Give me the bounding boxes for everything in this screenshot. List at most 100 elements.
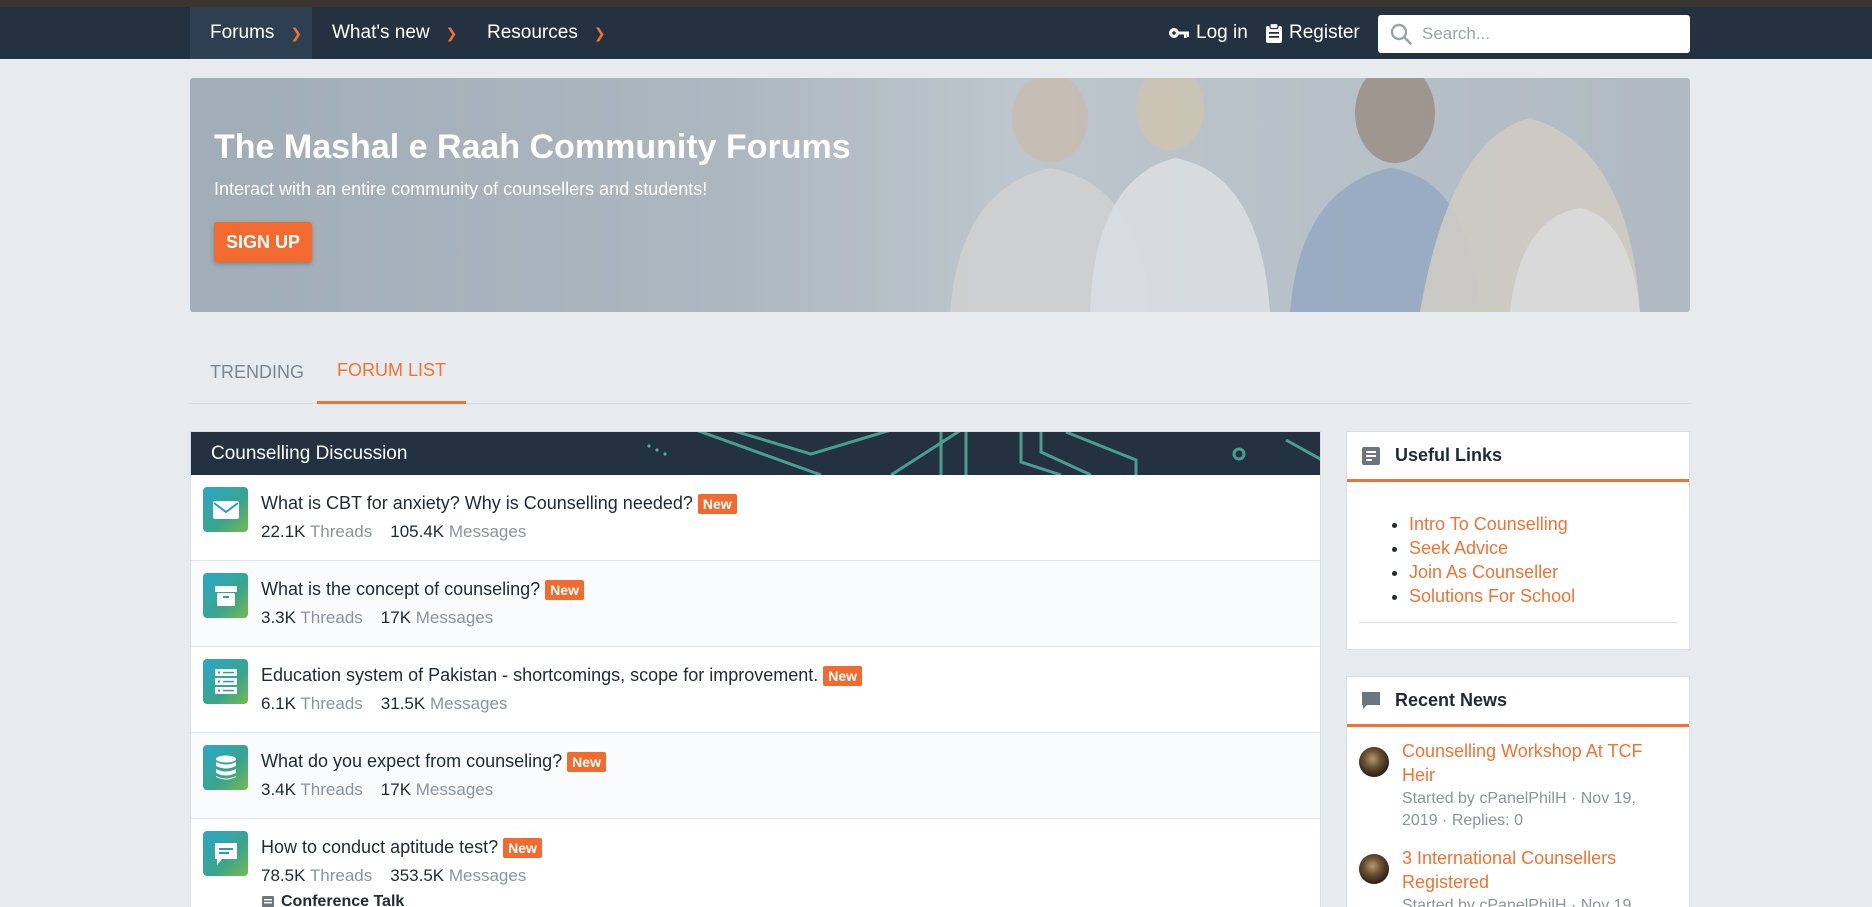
news-item: Counselling Workshop At TCF Heir Started… (1347, 739, 1689, 832)
news-title-link[interactable]: Counselling Workshop At TCF Heir (1402, 739, 1675, 787)
useful-links-title: Useful Links (1395, 445, 1503, 465)
messages-label: Messages (429, 694, 508, 713)
document-list-icon (1362, 446, 1380, 465)
login-link[interactable]: Log in (1168, 7, 1248, 59)
search-box[interactable] (1378, 15, 1690, 53)
recent-news-header: Recent News (1347, 677, 1689, 727)
avatar[interactable] (1359, 747, 1389, 777)
messages-count: 17K (380, 608, 412, 627)
threads-count: 3.3K (261, 608, 296, 627)
threads-label: Threads (300, 608, 363, 627)
hero-banner: The Mashal e Raah Community Forums Inter… (190, 78, 1690, 312)
threads-label: Threads (300, 780, 363, 799)
comment-icon (1362, 691, 1380, 709)
nav-whats-new[interactable]: What's new ❯ (332, 7, 457, 59)
forum-node[interactable]: What do you expect from counseling? New … (191, 733, 1320, 819)
new-badge: New (545, 579, 584, 600)
forum-category-block: Counselling Discussion What is CBT for a… (190, 431, 1321, 907)
chevron-down-icon[interactable]: ❯ (594, 25, 606, 42)
threads-count: 22.1K (261, 522, 306, 541)
threads-label: Threads (309, 866, 373, 885)
useful-links-header: Useful Links (1347, 432, 1689, 482)
database-icon (203, 745, 248, 790)
node-title[interactable]: What is CBT for anxiety? Why is Counsell… (261, 493, 737, 514)
archive-icon (203, 573, 248, 618)
useful-links-list: Intro To Counselling Seek Advice Join As… (1347, 482, 1689, 622)
search-input[interactable] (1422, 24, 1672, 44)
useful-link[interactable]: Solutions For School (1409, 584, 1677, 608)
messages-count: 31.5K (380, 694, 426, 713)
top-strip (0, 0, 1872, 7)
messages-label: Messages (415, 780, 494, 799)
messages-label: Messages (448, 522, 527, 541)
forum-node[interactable]: What is the concept of counseling? New 3… (191, 561, 1320, 647)
node-stats: 22.1K Threads 105.4K Messages (261, 522, 526, 542)
news-item: 3 International Counsellers Registered S… (1347, 846, 1689, 907)
threads-label: Threads (300, 694, 363, 713)
clipboard-icon (1266, 23, 1282, 43)
threads-count: 78.5K (261, 866, 306, 885)
nav-whats-new-label: What's new (332, 22, 430, 43)
banner-title: The Mashal e Raah Community Forums (214, 128, 851, 166)
new-badge: New (503, 837, 542, 858)
nav-resources[interactable]: Resources ❯ (487, 7, 606, 59)
sign-up-button[interactable]: SIGN UP (214, 222, 312, 262)
node-title-text[interactable]: Education system of Pakistan - shortcomi… (261, 665, 818, 686)
news-meta: Started by cPanelPhilH · Nov 19 (1402, 897, 1632, 907)
node-title[interactable]: Education system of Pakistan - shortcomi… (261, 665, 863, 686)
messages-count: 17K (380, 780, 412, 799)
threads-label: Threads (309, 522, 373, 541)
nav-forums-label: Forums (210, 22, 275, 43)
threads-count: 6.1K (261, 694, 296, 713)
sub-forum-link[interactable]: Conference Talk (261, 893, 404, 907)
nav-resources-label: Resources (487, 22, 578, 43)
news-meta: Started by cPanelPhilH · Nov 19, 2019 · … (1402, 790, 1636, 829)
forum-node[interactable]: How to conduct aptitude test? New 78.5K … (191, 819, 1320, 907)
messages-count: 105.4K (390, 522, 445, 541)
node-title-text[interactable]: How to conduct aptitude test? (261, 837, 498, 858)
useful-link[interactable]: Seek Advice (1409, 536, 1677, 560)
sub-forum-label[interactable]: Conference Talk (281, 893, 404, 907)
banner-subtitle: Interact with an entire community of cou… (214, 179, 708, 199)
server-icon (203, 659, 248, 704)
avatar[interactable] (1359, 854, 1389, 884)
node-stats: 6.1K Threads 31.5K Messages (261, 694, 507, 714)
node-title[interactable]: What is the concept of counseling? New (261, 579, 584, 600)
register-link[interactable]: Register (1265, 7, 1360, 59)
news-title-link[interactable]: 3 International Counsellers Registered (1402, 846, 1675, 894)
new-badge: New (567, 751, 606, 772)
comment-icon (203, 831, 248, 876)
forum-node[interactable]: Education system of Pakistan - shortcomi… (191, 647, 1320, 733)
messages-count: 353.5K (390, 866, 445, 885)
category-title: Counselling Discussion (211, 442, 408, 464)
node-stats: 3.4K Threads 17K Messages (261, 780, 493, 800)
search-icon (1390, 23, 1412, 45)
node-title-text[interactable]: What is the concept of counseling? (261, 579, 540, 600)
category-header[interactable]: Counselling Discussion (191, 432, 1320, 475)
threads-count: 3.4K (261, 780, 296, 799)
recent-news-block: Recent News Counselling Workshop At TCF … (1346, 676, 1690, 907)
node-stats: 78.5K Threads 353.5K Messages (261, 866, 526, 886)
login-label: Log in (1196, 22, 1248, 43)
envelope-icon (203, 487, 248, 532)
node-title-text[interactable]: What is CBT for anxiety? Why is Counsell… (261, 493, 693, 514)
recent-news-title: Recent News (1395, 690, 1508, 710)
node-title[interactable]: How to conduct aptitude test? New (261, 837, 542, 858)
node-title-text[interactable]: What do you expect from counseling? (261, 751, 562, 772)
divider (1359, 622, 1677, 623)
nav-forums[interactable]: Forums ❯ (190, 7, 312, 59)
node-title[interactable]: What do you expect from counseling? New (261, 751, 606, 772)
node-stats: 3.3K Threads 17K Messages (261, 608, 493, 628)
chevron-down-icon[interactable]: ❯ (290, 25, 302, 42)
register-label: Register (1289, 22, 1360, 43)
new-badge: New (697, 493, 737, 514)
chevron-down-icon[interactable]: ❯ (446, 25, 458, 42)
tab-forum-list[interactable]: FORUM LIST (317, 340, 467, 404)
messages-label: Messages (415, 608, 494, 627)
useful-link[interactable]: Join As Counseller (1409, 560, 1677, 584)
useful-link[interactable]: Intro To Counselling (1409, 512, 1677, 536)
forum-tabs: TRENDING FORUM LIST (190, 340, 1690, 404)
forum-node[interactable]: What is CBT for anxiety? Why is Counsell… (191, 475, 1320, 561)
tab-trending[interactable]: TRENDING (190, 340, 324, 404)
messages-label: Messages (448, 866, 527, 885)
